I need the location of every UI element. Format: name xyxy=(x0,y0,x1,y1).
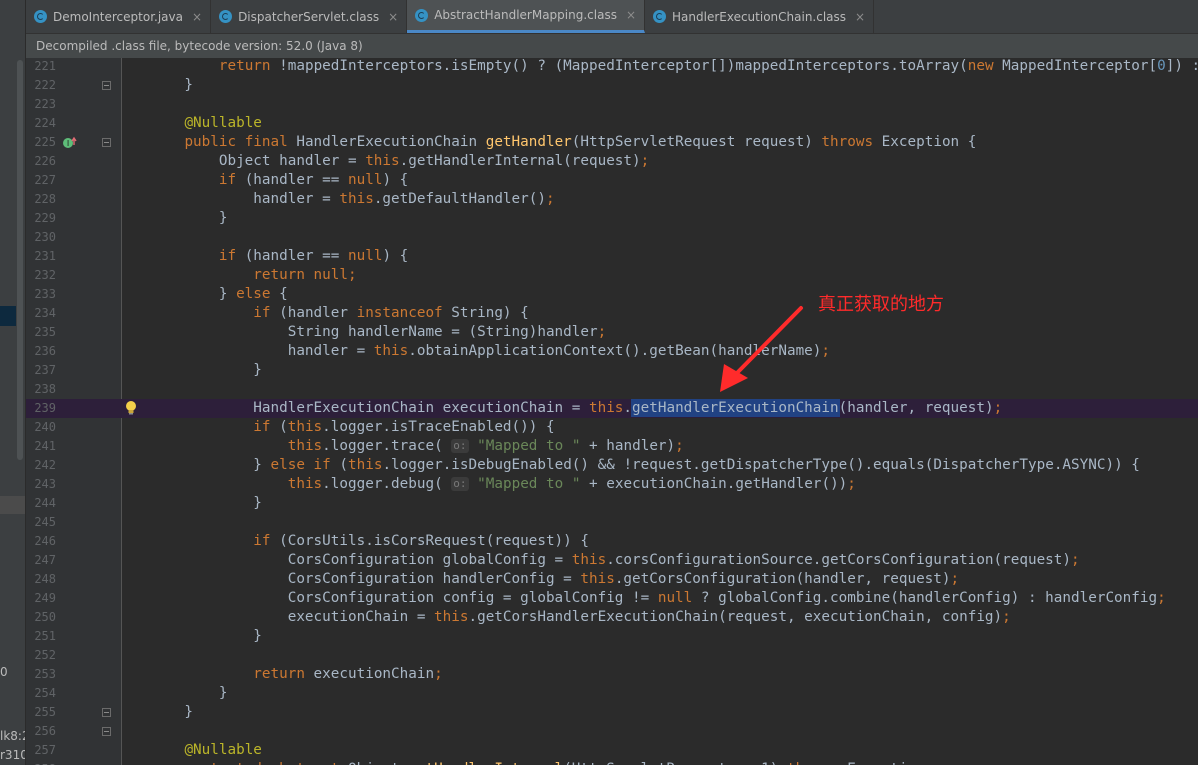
close-icon[interactable]: × xyxy=(855,10,865,24)
editor-tab-bar: DemoInterceptor.java × DispatcherServlet.c… xyxy=(26,0,1198,34)
project-panel-edge: 0 lk8:2 r310 xyxy=(0,0,26,765)
editor-tab-label: AbstractHandlerMapping.class xyxy=(434,8,617,22)
editor-tab-label: DemoInterceptor.java xyxy=(53,9,183,24)
close-icon[interactable]: × xyxy=(192,10,202,24)
annotation-arrow xyxy=(720,306,803,392)
editor-tab-label: DispatcherServlet.class xyxy=(238,9,380,24)
project-panel-hover-row[interactable] xyxy=(0,496,25,514)
annotation-label: 真正获取的地方 xyxy=(818,294,944,315)
project-panel-scrollbar[interactable] xyxy=(17,60,23,460)
class-file-icon xyxy=(653,10,667,23)
java-class-icon xyxy=(34,10,47,23)
editor-tab[interactable]: HandlerExecutionChain.class × xyxy=(645,0,875,33)
editor-tab[interactable]: DispatcherServlet.class × xyxy=(211,0,408,33)
editor-tab[interactable]: AbstractHandlerMapping.class × xyxy=(407,0,646,33)
panel-text-fragment: r310 xyxy=(0,748,26,762)
close-icon[interactable]: × xyxy=(626,8,636,22)
panel-text-fragment: lk8:2 xyxy=(0,729,25,743)
editor-tab-label: HandlerExecutionChain.class xyxy=(672,9,847,24)
editor-tab[interactable]: DemoInterceptor.java × xyxy=(26,0,212,33)
lightbulb-icon[interactable] xyxy=(124,399,138,418)
project-panel-selected-row[interactable] xyxy=(0,306,16,326)
close-icon[interactable]: × xyxy=(388,10,398,24)
panel-text-fragment: 0 xyxy=(0,665,8,679)
class-file-icon xyxy=(219,10,233,23)
decompiled-banner: Decompiled .class file, bytecode version… xyxy=(26,34,1198,58)
class-file-icon xyxy=(415,8,429,22)
code-editor[interactable]: I 221 return !mappedInterceptors.isEmpty… xyxy=(26,58,1198,765)
